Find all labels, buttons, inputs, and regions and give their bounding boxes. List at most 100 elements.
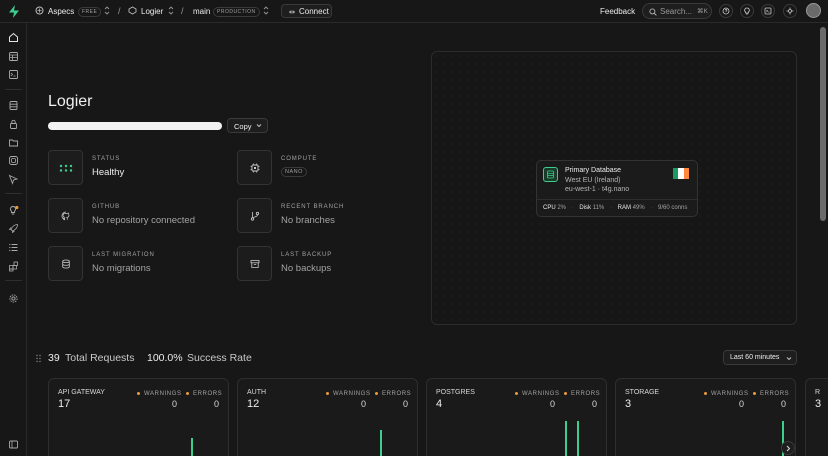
connect-label: Connect — [299, 7, 329, 16]
service-name: STORAGE — [625, 389, 660, 396]
copy-button[interactable]: Copy — [227, 118, 268, 133]
status-icon-box — [48, 150, 83, 185]
terminal-icon[interactable] — [761, 4, 775, 18]
search-icon — [649, 8, 657, 16]
page-title: Logier — [48, 93, 93, 110]
cpu-value: 2% — [557, 205, 567, 211]
errors-count: 0 — [403, 399, 409, 409]
service-card-partial[interactable]: R 3 — [805, 378, 828, 456]
errors-count: 0 — [781, 399, 787, 409]
chevron-down-icon — [786, 356, 792, 361]
drag-handle-icon[interactable] — [36, 354, 41, 363]
infrastructure-diagram: Primary Database West EU (Ireland) eu-we… — [431, 51, 797, 325]
db-title: Primary Database — [565, 167, 622, 174]
supabase-logo-icon[interactable] — [8, 5, 20, 18]
success-rate-label: Success Rate — [187, 352, 252, 364]
vertical-scrollbar[interactable] — [820, 27, 826, 221]
warnings-count: 0 — [739, 399, 745, 409]
project-icon — [128, 6, 137, 15]
status-dots-icon — [59, 164, 72, 172]
node-divider — [537, 199, 697, 200]
service-name: R — [815, 389, 821, 396]
lightbulb-icon[interactable] — [740, 4, 754, 18]
top-bar: Aspecs FREE / Logier / main PRODUCTION C… — [0, 0, 828, 23]
last-backup-value: No backups — [281, 263, 332, 274]
feedback-button[interactable]: Feedback — [600, 7, 635, 16]
database-icon — [61, 259, 70, 268]
warnings-legend: WARNINGS — [137, 391, 182, 397]
ram-label: RAM — [617, 205, 631, 211]
advisors-lightbulb-icon[interactable] — [8, 205, 19, 216]
branch-switcher-chevron-icon[interactable] — [263, 6, 269, 15]
carousel-next-button[interactable] — [781, 441, 795, 455]
integrations-icon[interactable] — [8, 261, 19, 272]
warnings-legend: WARNINGS — [704, 391, 749, 397]
sql-editor-icon[interactable] — [8, 69, 19, 80]
org-switcher-chevron-icon[interactable] — [104, 6, 110, 15]
status-label: STATUS — [92, 156, 121, 162]
breadcrumb-separator: / — [181, 6, 184, 16]
org-icon — [35, 6, 44, 15]
sidebar — [0, 23, 27, 456]
service-count: 3 — [815, 398, 822, 410]
warnings-count: 0 — [550, 399, 556, 409]
cpu-label: CPU — [543, 205, 556, 211]
service-count: 12 — [247, 398, 260, 410]
last-migration-value: No migrations — [92, 263, 151, 274]
compute-icon-box — [237, 150, 272, 185]
connect-button[interactable]: Connect — [281, 4, 332, 18]
assistant-icon[interactable] — [783, 4, 797, 18]
storage-icon[interactable] — [8, 137, 19, 148]
errors-legend: ERRORS — [375, 391, 411, 397]
plug-icon — [288, 8, 296, 16]
service-card-api-gateway[interactable]: API GATEWAY 17 WARNINGS ERRORS 0 0 — [48, 378, 229, 456]
errors-legend: ERRORS — [186, 391, 222, 397]
last-migration-icon-box — [48, 246, 83, 281]
ram-value: 49% — [632, 205, 645, 211]
database-icon[interactable] — [8, 100, 19, 111]
service-card-postgres[interactable]: POSTGRES 4 WARNINGS ERRORS 0 0 — [426, 378, 607, 456]
last-backup-label: LAST BACKUP — [281, 252, 333, 258]
table-editor-icon[interactable] — [8, 51, 19, 62]
settings-gear-icon[interactable] — [8, 293, 19, 304]
errors-count: 0 — [214, 399, 220, 409]
edge-functions-icon[interactable] — [8, 155, 19, 166]
warnings-count: 0 — [172, 399, 178, 409]
status-value: Healthy — [92, 167, 125, 178]
search-placeholder: Search... — [660, 7, 693, 16]
search-input[interactable]: Search... ⌘K — [642, 3, 712, 19]
github-label: GITHUB — [92, 204, 121, 210]
compute-label: COMPUTE — [281, 156, 318, 162]
primary-database-node[interactable]: Primary Database West EU (Ireland) eu-we… — [536, 160, 698, 217]
branch-name[interactable]: main — [193, 7, 210, 16]
service-card-auth[interactable]: AUTH 12 WARNINGS ERRORS 0 0 — [237, 378, 418, 456]
recent-branch-icon-box — [237, 198, 272, 233]
db-instance: eu-west-1 · t4g.nano — [565, 186, 630, 193]
chevron-down-icon — [256, 123, 262, 128]
avatar[interactable] — [806, 3, 821, 18]
service-card-storage[interactable]: STORAGE 3 WARNINGS ERRORS 0 0 — [615, 378, 796, 456]
home-icon[interactable] — [8, 32, 19, 43]
project-url-field[interactable] — [48, 122, 222, 130]
compute-badge: NANO — [281, 167, 307, 177]
github-value: No repository connected — [92, 215, 195, 226]
db-metrics: CPU 2% · Disk 11% · RAM 49% · 9/60 conns — [543, 205, 688, 211]
auth-lock-icon[interactable] — [8, 119, 19, 130]
service-name: POSTGRES — [436, 389, 475, 396]
collapse-sidebar-icon[interactable] — [8, 439, 19, 450]
request-bar — [577, 421, 579, 456]
ireland-flag-icon — [673, 168, 689, 179]
help-icon[interactable] — [719, 4, 733, 18]
service-name: AUTH — [247, 389, 267, 396]
request-bar — [191, 438, 193, 456]
org-name[interactable]: Aspecs — [48, 7, 74, 16]
project-name[interactable]: Logier — [141, 7, 163, 16]
reports-rocket-icon[interactable] — [8, 223, 19, 234]
disk-value: 11% — [592, 205, 605, 211]
errors-legend: ERRORS — [753, 391, 789, 397]
time-range-select[interactable]: Last 60 minutes — [723, 350, 797, 365]
project-switcher-chevron-icon[interactable] — [168, 6, 174, 15]
logs-list-icon[interactable] — [8, 242, 19, 253]
warnings-legend: WARNINGS — [326, 391, 371, 397]
realtime-icon[interactable] — [8, 174, 19, 185]
